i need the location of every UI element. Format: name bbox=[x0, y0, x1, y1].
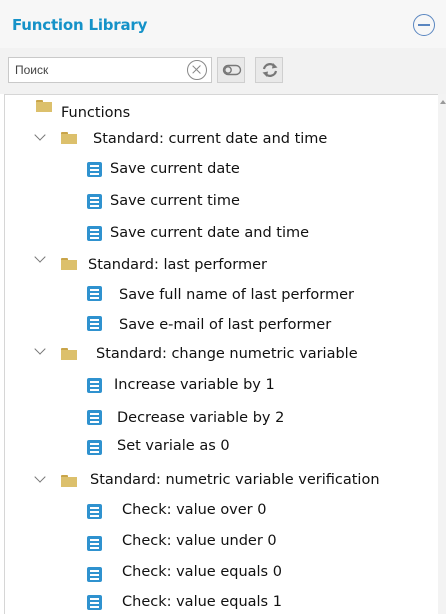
tree-item[interactable]: Check: value under 0 bbox=[122, 530, 277, 552]
function-library-panel: Function Library Functions Standard: cur… bbox=[0, 0, 446, 614]
function-icon bbox=[87, 226, 102, 241]
scroll-up-icon[interactable] bbox=[440, 100, 446, 104]
tree-item[interactable]: Save current time bbox=[110, 190, 240, 212]
folder-icon bbox=[36, 100, 52, 112]
refresh-button[interactable] bbox=[255, 57, 283, 83]
function-icon bbox=[87, 504, 102, 519]
tree-item[interactable]: Save current date and time bbox=[110, 222, 309, 244]
panel-header: Function Library bbox=[0, 0, 446, 48]
function-icon bbox=[87, 378, 102, 393]
tree-item[interactable]: Check: value over 0 bbox=[122, 499, 266, 521]
folder-icon bbox=[61, 475, 77, 487]
tree-item[interactable]: Save full name of last performer bbox=[119, 284, 354, 306]
panel-title: Function Library bbox=[12, 16, 148, 34]
refresh-icon bbox=[262, 63, 278, 77]
folder-icon bbox=[61, 258, 77, 270]
toggle-button[interactable] bbox=[217, 57, 245, 83]
function-icon bbox=[87, 410, 102, 425]
function-icon bbox=[87, 316, 102, 331]
scrollbar[interactable] bbox=[438, 94, 446, 614]
tree-item[interactable]: Check: value equals 1 bbox=[122, 591, 282, 613]
toggle-icon bbox=[222, 64, 242, 76]
function-icon bbox=[87, 440, 102, 455]
function-icon bbox=[87, 536, 102, 551]
function-icon bbox=[87, 567, 102, 582]
tree-group-change-variable[interactable]: Standard: change numetric variable bbox=[96, 343, 358, 365]
function-icon bbox=[87, 286, 102, 301]
function-icon bbox=[87, 595, 102, 610]
tree-item[interactable]: Check: value equals 0 bbox=[122, 561, 282, 583]
tree-root-functions[interactable]: Functions bbox=[61, 102, 130, 124]
tree-item[interactable]: Save current date bbox=[110, 158, 240, 180]
tree-item[interactable]: Increase variable by 1 bbox=[114, 374, 275, 396]
tree-item[interactable]: Save e-mail of last performer bbox=[119, 314, 331, 336]
search-input[interactable] bbox=[15, 61, 177, 79]
function-icon bbox=[87, 162, 102, 177]
tree-group-current-date-time[interactable]: Standard: current date and time bbox=[93, 128, 327, 150]
tree-group-variable-verification[interactable]: Standard: numetric variable verification bbox=[90, 469, 380, 491]
clear-search-icon[interactable] bbox=[187, 60, 207, 80]
tree-group-last-performer[interactable]: Standard: last performer bbox=[88, 254, 267, 276]
tree-item[interactable]: Set variale as 0 bbox=[117, 435, 230, 457]
folder-icon bbox=[61, 132, 77, 144]
collapse-icon[interactable] bbox=[413, 14, 435, 36]
tree-item[interactable]: Decrease variable by 2 bbox=[117, 407, 284, 429]
search-box[interactable] bbox=[8, 57, 212, 83]
folder-icon bbox=[61, 348, 77, 360]
function-icon bbox=[87, 194, 102, 209]
